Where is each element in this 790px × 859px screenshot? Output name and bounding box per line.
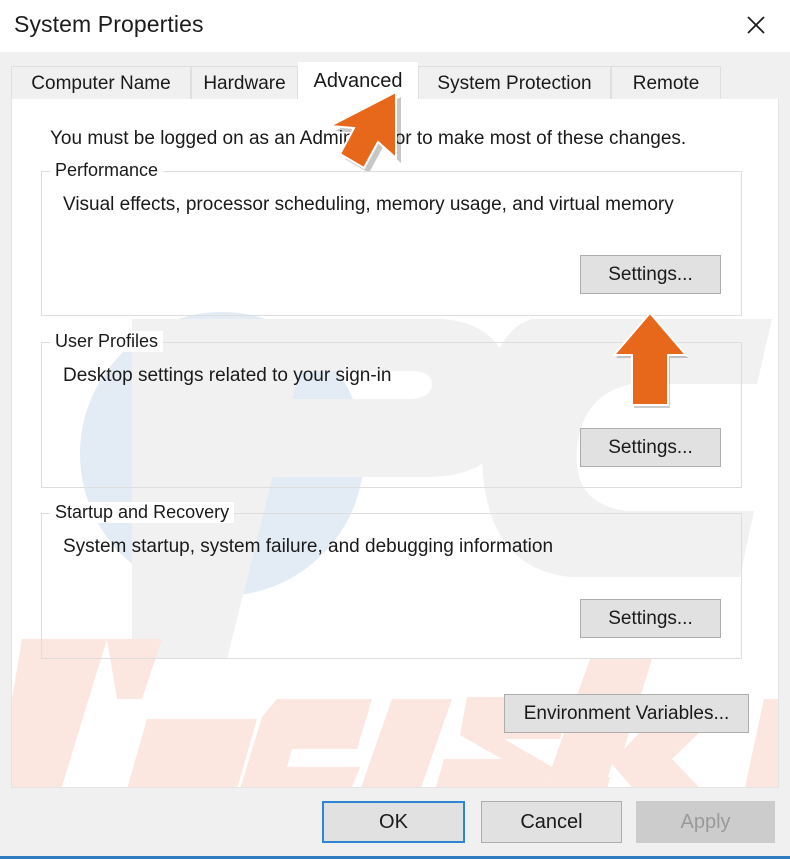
group-description: Desktop settings related to your sign-in [63, 365, 392, 386]
button-label: Settings... [608, 263, 693, 285]
tab-label: Advanced [313, 70, 403, 92]
tab-label: Computer Name [31, 72, 171, 94]
group-description: System startup, system failure, and debu… [63, 536, 554, 557]
performance-settings-button[interactable]: Settings... [580, 255, 721, 294]
button-label: Settings... [608, 607, 693, 629]
ok-button[interactable]: OK [322, 801, 465, 843]
group-performance: Performance Visual effects, processor sc… [41, 160, 742, 316]
startup-recovery-settings-button[interactable]: Settings... [580, 599, 721, 638]
tab-label: System Protection [437, 72, 592, 94]
apply-button: Apply [636, 801, 775, 843]
button-label: OK [379, 810, 408, 833]
advanced-tab-panel: You must be logged on as an Administrato… [11, 99, 779, 788]
tab-system-protection[interactable]: System Protection [418, 66, 611, 100]
button-label: Settings... [608, 436, 693, 458]
tab-advanced[interactable]: Advanced [298, 62, 418, 101]
group-legend: User Profiles [50, 331, 164, 352]
tab-hardware[interactable]: Hardware [191, 66, 298, 100]
button-label: Cancel [520, 810, 583, 833]
group-user-profiles: User Profiles Desktop settings related t… [41, 331, 742, 488]
button-label: Environment Variables... [523, 702, 730, 724]
group-startup-recovery: Startup and Recovery System startup, sys… [41, 502, 742, 659]
tab-strip: Computer Name Hardware Advanced System P… [11, 62, 779, 101]
tab-computer-name[interactable]: Computer Name [11, 66, 191, 100]
user-profiles-settings-button[interactable]: Settings... [580, 428, 721, 467]
window-title: System Properties [14, 11, 204, 37]
button-label: Apply [680, 810, 731, 833]
group-description: Visual effects, processor scheduling, me… [63, 194, 674, 215]
close-icon [745, 14, 767, 36]
administrator-note: You must be logged on as an Administrato… [50, 128, 687, 149]
tab-remote[interactable]: Remote [611, 66, 721, 100]
tab-label: Remote [632, 72, 700, 94]
tab-label: Hardware [203, 72, 286, 94]
dialog-footer: OK Cancel Apply [0, 788, 790, 856]
cancel-button[interactable]: Cancel [481, 801, 622, 843]
group-legend: Performance [50, 160, 164, 181]
group-legend: Startup and Recovery [50, 502, 235, 523]
system-properties-dialog: System Properties Computer Name Hardware… [0, 0, 790, 859]
close-button[interactable] [726, 0, 786, 50]
environment-variables-button[interactable]: Environment Variables... [504, 694, 749, 733]
title-bar: System Properties [0, 0, 790, 52]
